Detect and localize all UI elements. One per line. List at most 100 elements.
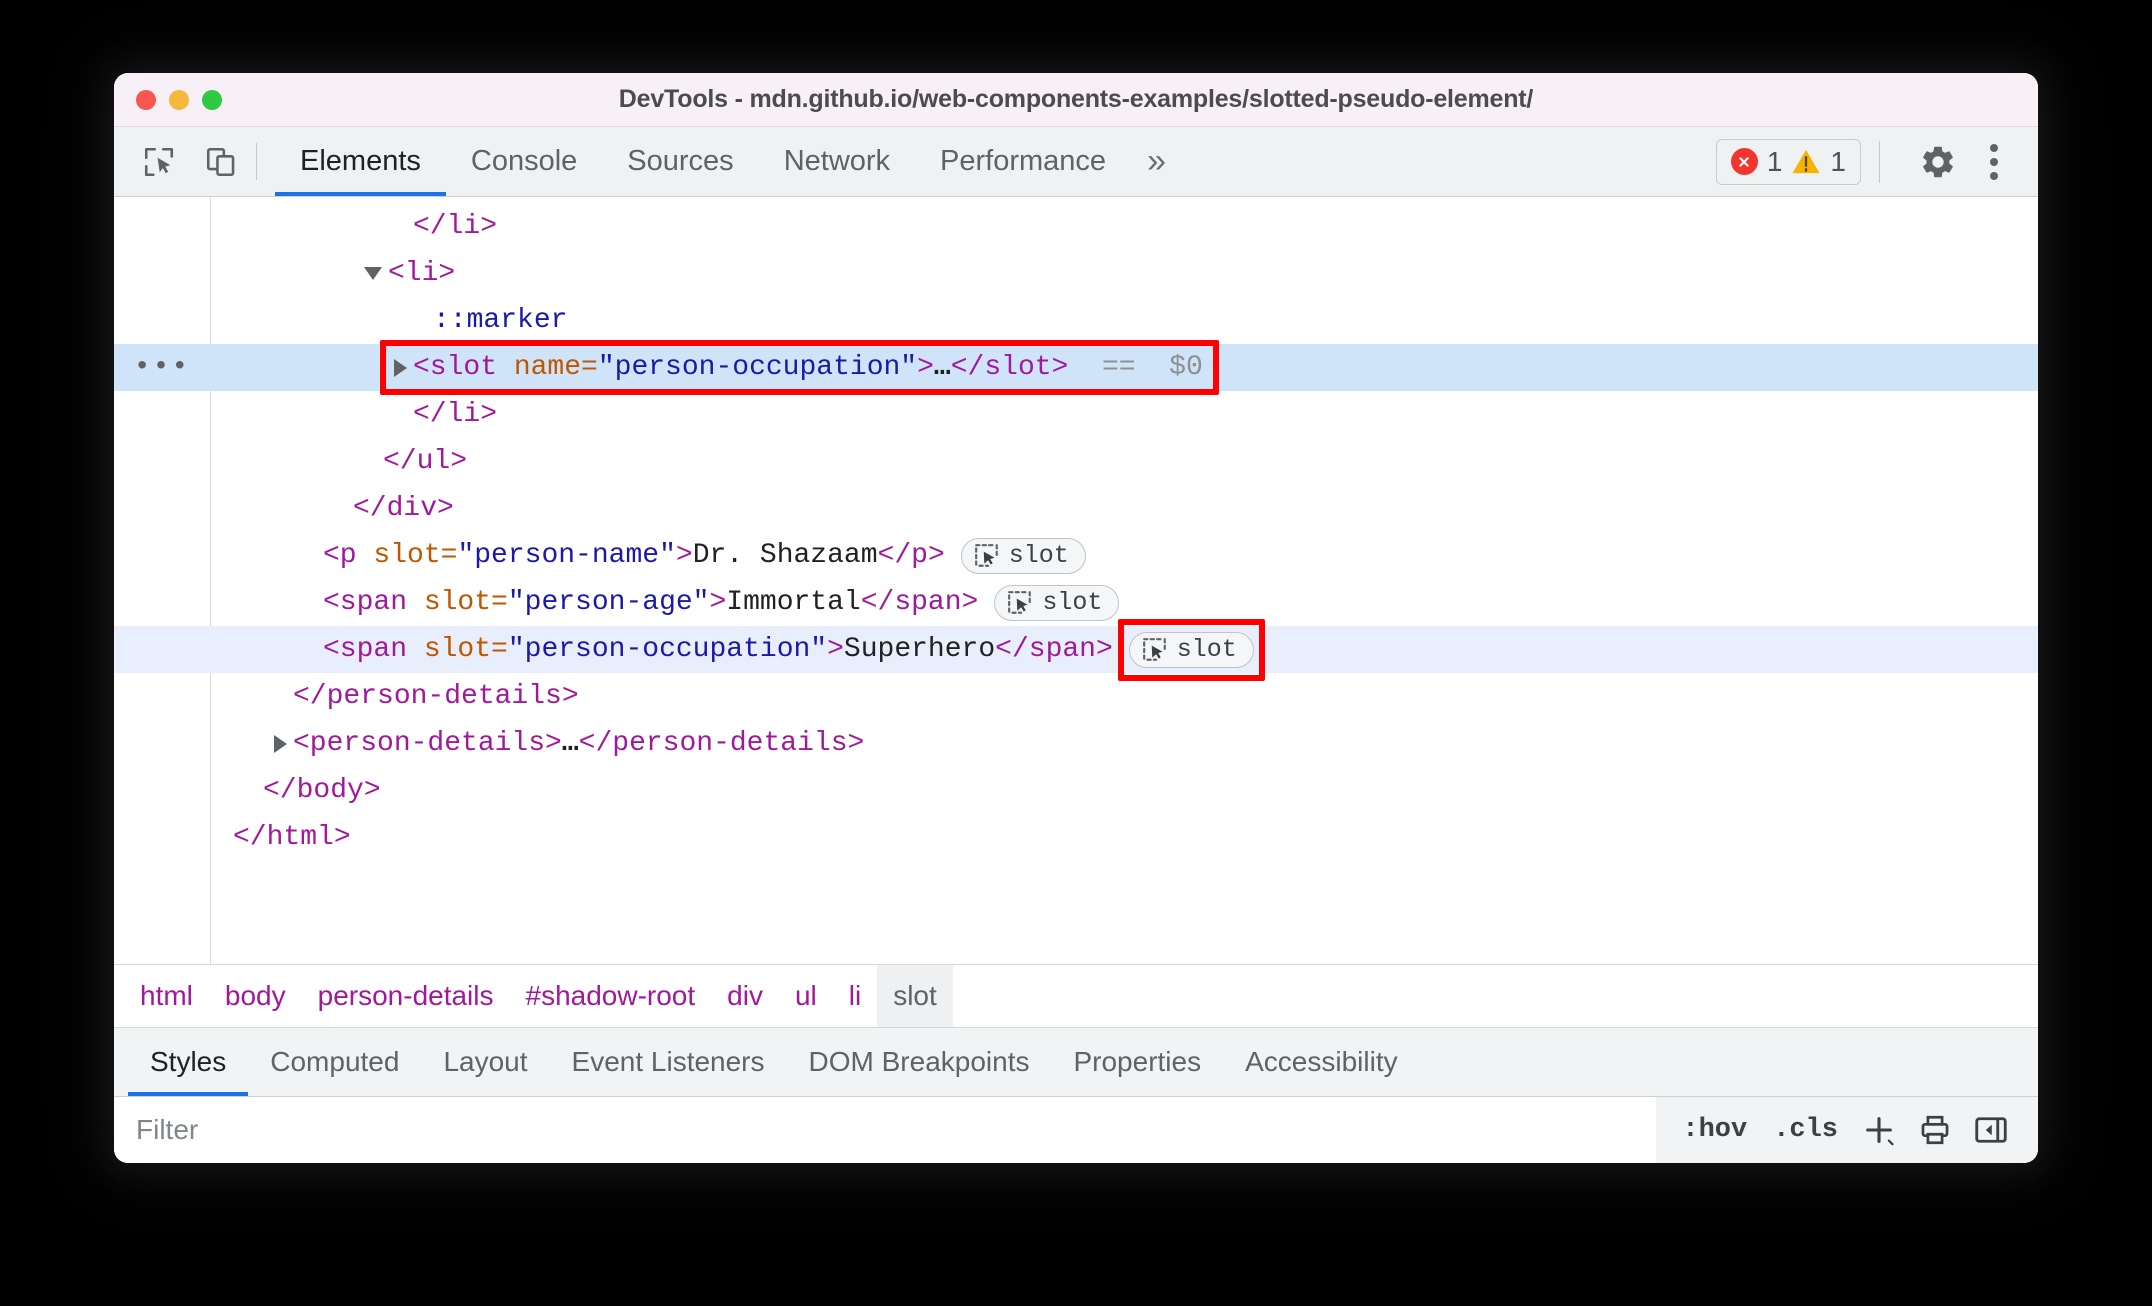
breadcrumb: html body person-details #shadow-root div ul l… (114, 964, 2038, 1028)
dom-row[interactable]: ••• <slot name= "person-occupation" >… </slo… (114, 344, 2038, 391)
breadcrumb-item--shadow-root[interactable]: #shadow-root (510, 965, 712, 1027)
dom-row-content: </html> (210, 814, 351, 861)
dom-row[interactable]: </li> (114, 203, 2038, 250)
screenshot-stage: DevTools - mdn.github.io/web-components-… (0, 0, 2152, 1306)
expand-twisty-icon[interactable] (364, 267, 382, 280)
dom-tree-panel[interactable]: </li> <li>::marker ••• <slot name= "person-o… (114, 197, 2038, 964)
dom-token-txt: Dr. Shazaam (692, 540, 878, 571)
twisty-placeholder (364, 461, 377, 462)
sidebar-tab-label: Accessibility (1245, 1046, 1398, 1077)
breadcrumb-item-label: #shadow-root (525, 980, 696, 1011)
dom-row-content: <p slot= "person-name" > Dr. Shazaam </p> sl… (210, 532, 1086, 579)
tab-elements[interactable]: Elements (275, 127, 446, 196)
slot-badge[interactable]: slot (960, 537, 1086, 574)
dom-token-tag: > (675, 540, 693, 571)
element-classes-button[interactable]: .cls (1765, 1115, 1846, 1145)
dom-token-tag: </p> (877, 540, 945, 571)
issues-counter[interactable]: 1 1 (1715, 138, 1861, 185)
breadcrumb-item-html[interactable]: html (124, 965, 209, 1027)
plus-icon[interactable] (1856, 1107, 1902, 1153)
gear-icon[interactable] (1912, 136, 1964, 188)
expand-twisty-icon[interactable] (394, 358, 407, 377)
sidebar-tab-event-listeners[interactable]: Event Listeners (550, 1028, 787, 1096)
sidebar-tab-dom-breakpoints[interactable]: DOM Breakpoints (787, 1028, 1052, 1096)
sidebar-tab-styles[interactable]: Styles (128, 1028, 249, 1096)
kebab-dot (1990, 157, 1998, 166)
tab-network[interactable]: Network (759, 127, 915, 196)
sidebar-tab-label: Computed (270, 1046, 400, 1077)
tab-console[interactable]: Console (446, 127, 602, 196)
error-icon (1730, 148, 1758, 175)
breadcrumb-item-ul[interactable]: ul (779, 965, 833, 1027)
dom-token-tag: </person-details> (293, 681, 579, 712)
breadcrumb-item-div[interactable]: div (711, 965, 779, 1027)
dom-token-tag: <span (323, 634, 424, 665)
sidebar-tab-label: Styles (150, 1046, 227, 1077)
breadcrumb-item-body[interactable]: body (209, 965, 302, 1027)
dom-row-content: </body> (210, 767, 381, 814)
sidebar-tab-properties[interactable]: Properties (1051, 1028, 1223, 1096)
breadcrumb-item-person-details[interactable]: person-details (302, 965, 510, 1027)
dom-token-tag: <slot (413, 352, 514, 383)
filter-input[interactable] (114, 1097, 1657, 1163)
twisty-placeholder (304, 555, 317, 556)
slot-badge-label: slot (1176, 635, 1237, 664)
dom-row[interactable]: <li> (114, 250, 2038, 297)
dom-row[interactable]: </ul> (114, 438, 2038, 485)
row-more-options-icon[interactable]: ••• (114, 344, 210, 391)
breadcrumb-item-li[interactable]: li (833, 965, 877, 1027)
inspect-element-icon[interactable] (136, 139, 182, 185)
breadcrumb-item-slot[interactable]: slot (877, 965, 953, 1027)
kebab-menu-icon[interactable] (1974, 136, 2014, 188)
dom-row[interactable]: <span slot= "person-occupation" > Superhero… (114, 626, 2038, 673)
toggle-element-state-button[interactable]: :hov (1674, 1115, 1755, 1145)
sidebar-tab-accessibility[interactable]: Accessibility (1223, 1028, 1419, 1096)
more-tabs-button[interactable]: » (1131, 127, 1182, 196)
tab-sources[interactable]: Sources (602, 127, 758, 196)
dom-token-tag: > (917, 352, 934, 383)
toolbar-right-group: 1 1 (1715, 127, 2038, 196)
minimize-window-button[interactable] (169, 89, 189, 110)
styles-sidebar-tabs: Styles Computed Layout Event Listeners DOM B… (114, 1028, 2038, 1097)
dom-row[interactable]: </person-details> (114, 673, 2038, 720)
tab-performance[interactable]: Performance (915, 127, 1131, 196)
dom-row[interactable]: <p slot= "person-name" > Dr. Shazaam </p> sl… (114, 532, 2038, 579)
dom-rows: </li> <li>::marker ••• <slot name= "person-o… (114, 203, 2038, 861)
dom-row[interactable]: </body> (114, 767, 2038, 814)
dom-row-content: </li> (210, 203, 497, 250)
dom-row-content: ::marker (210, 297, 567, 344)
slot-badge-label: slot (1042, 588, 1103, 617)
dom-token-attr: slot= (373, 540, 458, 571)
zoom-window-button[interactable] (202, 89, 222, 110)
dom-row[interactable]: <span slot= "person-age" > Immortal </span> … (114, 579, 2038, 626)
twisty-placeholder (274, 696, 287, 697)
close-window-button[interactable] (136, 89, 156, 110)
dom-token-pseudo: ::marker (433, 305, 568, 336)
sidebar-tab-layout[interactable]: Layout (421, 1028, 549, 1096)
dom-row-content: </ul> (210, 438, 467, 485)
tab-label: Sources (627, 145, 734, 177)
dom-row-content: <li> (210, 250, 455, 297)
dom-row[interactable]: </html> (114, 814, 2038, 861)
tab-label: Network (783, 145, 891, 177)
tab-label: Console (470, 145, 578, 177)
slot-badge[interactable]: slot (1128, 631, 1254, 668)
dom-row[interactable]: </div> (114, 485, 2038, 532)
dom-token-tag: </html> (233, 822, 351, 853)
expand-twisty-icon[interactable] (274, 734, 287, 753)
sidebar-tab-computed[interactable]: Computed (248, 1028, 421, 1096)
twisty-placeholder (394, 226, 407, 227)
slot-badge[interactable]: slot (994, 584, 1120, 621)
dom-row[interactable]: </li> (114, 391, 2038, 438)
dom-token-val: "person-occupation" (507, 634, 828, 665)
dom-token-tag: </div> (353, 493, 454, 524)
dom-row[interactable]: ::marker (114, 297, 2038, 344)
dom-row-content: </person-details> (210, 673, 579, 720)
dom-row[interactable]: <person-details>… </person-details> (114, 720, 2038, 767)
dom-token-val: "person-name" (457, 540, 676, 571)
print-style-icon[interactable] (1912, 1107, 1958, 1153)
show-sidebar-icon[interactable] (1968, 1107, 2014, 1153)
device-toolbar-icon[interactable] (198, 139, 244, 185)
dom-token-attr: slot= (423, 634, 508, 665)
slot-badge-label: slot (1008, 541, 1069, 570)
